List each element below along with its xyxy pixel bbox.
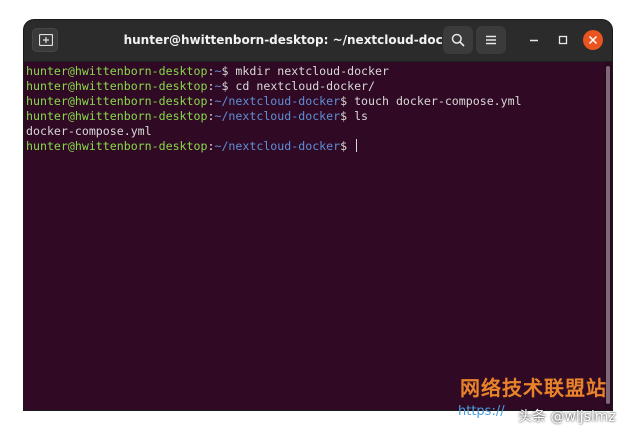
menu-button[interactable] (476, 26, 506, 54)
watermark-site-name: 网络技术联盟站 (460, 376, 607, 400)
command-text (347, 139, 354, 153)
prompt-path: ~/nextcloud-docker (214, 109, 341, 123)
scrollbar-thumb[interactable] (606, 66, 610, 404)
maximize-button[interactable] (553, 30, 573, 50)
minimize-icon (530, 39, 538, 42)
terminal-output-line: docker-compose.yml (26, 124, 152, 139)
terminal-area[interactable]: hunter@hwittenborn-desktop:~$ mkdir next… (24, 62, 604, 410)
terminal-line: hunter@hwittenborn-desktop:~/nextcloud-d… (26, 94, 522, 109)
prompt-user-host: hunter@hwittenborn-desktop (26, 109, 208, 123)
new-tab-icon (39, 34, 53, 46)
minimize-button[interactable] (524, 30, 544, 50)
window-title: hunter@hwittenborn-desktop: ~/nextcloud-… (123, 33, 465, 47)
terminal-line: hunter@hwittenborn-desktop:~/nextcloud-d… (26, 109, 368, 124)
command-output: docker-compose.yml (26, 124, 152, 138)
command-text: touch docker-compose.yml (347, 94, 522, 108)
watermark-handle: 头条 @wljslmz (518, 409, 616, 425)
scrollbar[interactable] (604, 62, 612, 410)
maximize-icon (558, 35, 568, 45)
watermark-url: https:// (458, 404, 505, 419)
prompt-user-host: hunter@hwittenborn-desktop (26, 94, 208, 108)
search-icon (451, 33, 465, 47)
terminal-window: hunter@hwittenborn-desktop: ~/nextcloud-… (24, 20, 612, 410)
terminal-line: hunter@hwittenborn-desktop:~/nextcloud-d… (26, 139, 358, 154)
prompt-user-host: hunter@hwittenborn-desktop (26, 64, 208, 78)
prompt-user-host: hunter@hwittenborn-desktop (26, 79, 208, 93)
command-text: ls (347, 109, 369, 123)
search-button[interactable] (443, 26, 473, 54)
text-cursor (356, 139, 358, 152)
prompt-user-host: hunter@hwittenborn-desktop (26, 139, 208, 153)
title-bar[interactable]: hunter@hwittenborn-desktop: ~/nextcloud-… (24, 20, 612, 62)
close-icon (588, 35, 598, 45)
prompt-path: ~/nextcloud-docker (214, 94, 341, 108)
hamburger-menu-icon (486, 35, 496, 45)
command-text: cd nextcloud-docker/ (228, 79, 376, 93)
command-text: mkdir nextcloud-docker (228, 64, 389, 78)
new-tab-button[interactable] (32, 28, 58, 52)
terminal-line: hunter@hwittenborn-desktop:~$ mkdir next… (26, 64, 389, 79)
terminal-line: hunter@hwittenborn-desktop:~$ cd nextclo… (26, 79, 375, 94)
prompt-path: ~/nextcloud-docker (214, 139, 341, 153)
close-button[interactable] (583, 30, 603, 50)
